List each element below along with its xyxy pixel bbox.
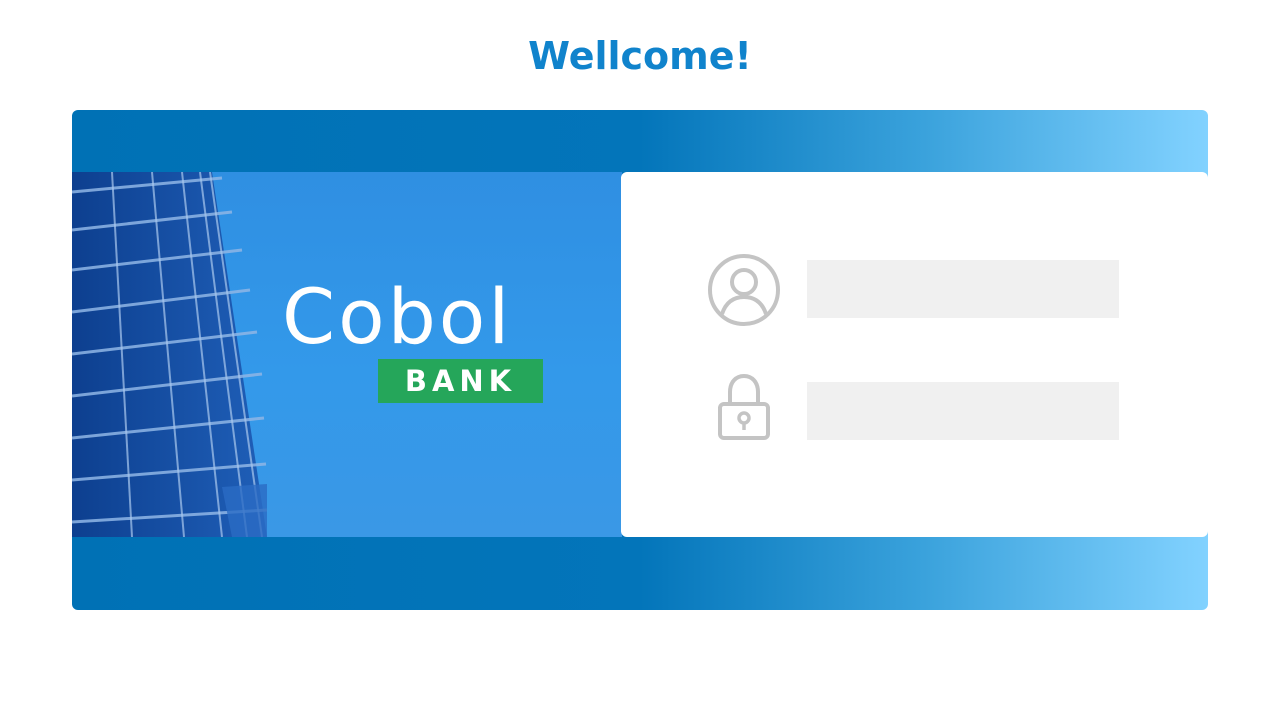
login-banner: Cobol BANK	[72, 110, 1208, 610]
username-input[interactable]	[807, 260, 1119, 318]
logo-wordmark: Cobol	[282, 272, 513, 361]
bank-logo: Cobol BANK	[282, 277, 547, 412]
username-row	[621, 252, 1208, 332]
page-title: Wellcome!	[528, 34, 752, 78]
password-row	[621, 370, 1208, 450]
hero-image: Cobol BANK	[72, 172, 622, 537]
lock-icon	[718, 373, 770, 440]
logo-badge: BANK	[378, 359, 543, 403]
login-card	[621, 172, 1208, 537]
password-input[interactable]	[807, 382, 1119, 440]
user-circle-icon	[708, 254, 780, 326]
